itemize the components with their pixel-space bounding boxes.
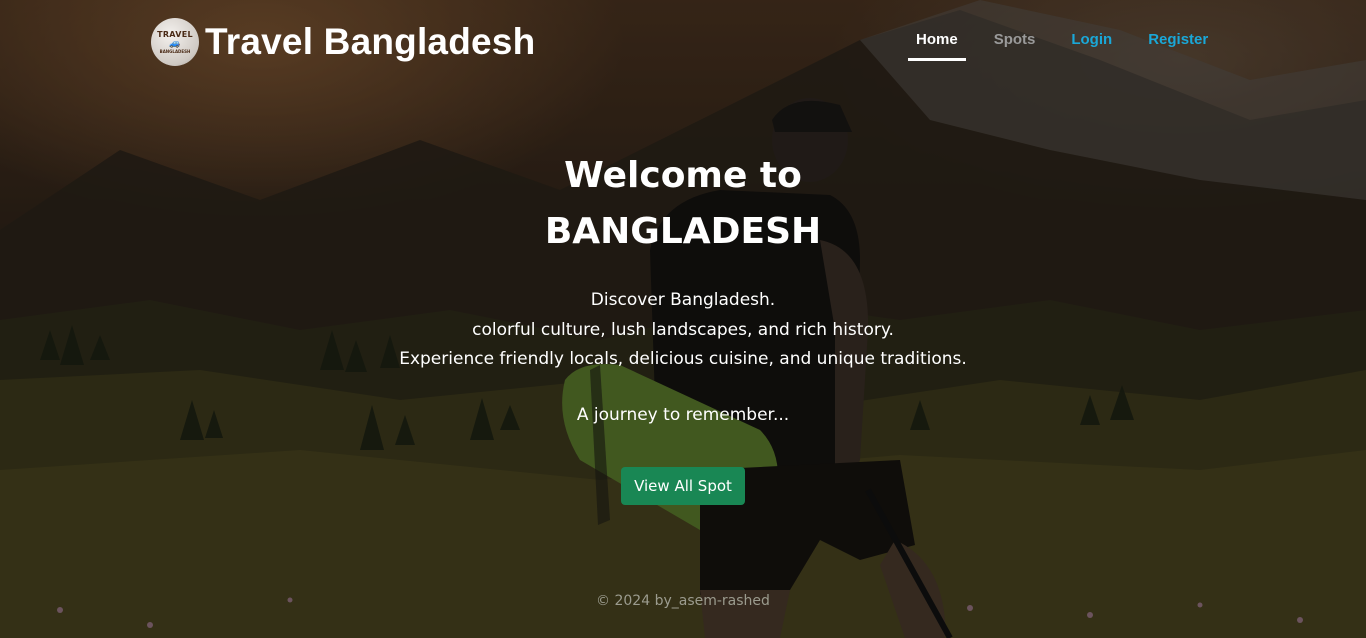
brand-link[interactable]: TRAVEL 🚙 BANGLADESH Travel Bangladesh bbox=[151, 18, 535, 66]
palm-car-icon: 🚙 bbox=[169, 38, 181, 49]
hero-desc-line3: Experience friendly locals, delicious cu… bbox=[399, 349, 967, 369]
hero-desc-line1: Discover Bangladesh. bbox=[590, 290, 776, 310]
nav-home[interactable]: Home bbox=[908, 30, 966, 61]
logo-text-travel: TRAVEL bbox=[157, 29, 193, 39]
hero-description: Discover Bangladesh. colorful culture, l… bbox=[0, 286, 1366, 375]
nav-spots[interactable]: Spots bbox=[986, 30, 1044, 61]
hero-desc-line2: colorful culture, lush landscapes, and r… bbox=[472, 319, 894, 340]
view-all-spot-button[interactable]: View All Spot bbox=[621, 466, 745, 505]
hero-title-line2: BANGLADESH bbox=[544, 211, 822, 252]
nav-links: Home Spots Login Register bbox=[908, 30, 1236, 61]
navbar: TRAVEL 🚙 BANGLADESH Travel Bangladesh Ho… bbox=[0, 0, 1366, 84]
logo-text-bangladesh: BANGLADESH bbox=[159, 48, 191, 54]
hero-title: Welcome to BANGLADESH bbox=[0, 148, 1366, 260]
brand-name: Travel Bangladesh bbox=[205, 21, 536, 62]
hero-section: TRAVEL 🚙 BANGLADESH Travel Bangladesh Ho… bbox=[0, 0, 1366, 638]
nav-login[interactable]: Login bbox=[1063, 30, 1120, 61]
brand-logo: TRAVEL 🚙 BANGLADESH bbox=[151, 18, 199, 66]
hero-tagline: A journey to remember... bbox=[576, 404, 790, 425]
hero-content: Welcome to BANGLADESH Discover Banglades… bbox=[0, 148, 1366, 505]
nav-register[interactable]: Register bbox=[1140, 30, 1216, 61]
footer-copyright: © 2024 by_asem-rashed bbox=[596, 593, 770, 609]
hero-title-line1: Welcome to bbox=[564, 155, 802, 196]
